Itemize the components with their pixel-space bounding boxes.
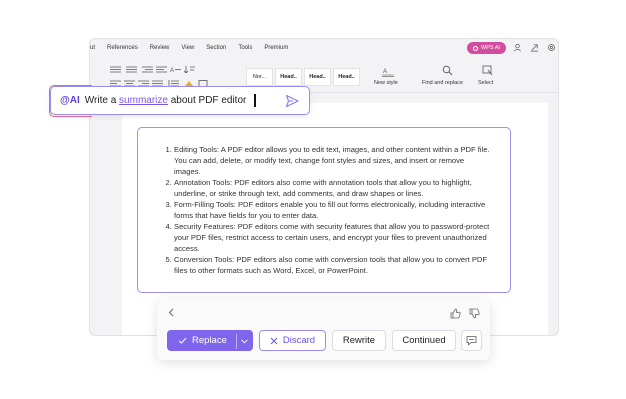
- bullet-list-icon[interactable]: [110, 66, 121, 73]
- check-icon: [178, 337, 187, 344]
- result-item: Conversion Tools: PDF editors also come …: [174, 254, 492, 276]
- ai-action-panel: Replace Discard Rewrite Continued: [157, 298, 490, 360]
- ai-prompt-input[interactable]: Write a summarize about PDF editor: [85, 94, 256, 107]
- wps-ai-button[interactable]: WPS AI: [467, 42, 506, 54]
- comment-button[interactable]: [461, 330, 482, 351]
- discard-label: Discard: [282, 335, 316, 346]
- settings-icon[interactable]: [547, 43, 556, 52]
- style-heading-3[interactable]: Head..: [333, 68, 360, 86]
- continued-button[interactable]: Continued: [392, 330, 456, 351]
- ai-prompt-text-before: Write a: [84, 95, 117, 107]
- back-icon[interactable]: [167, 308, 176, 317]
- ai-prompt-link[interactable]: summarize: [119, 95, 168, 106]
- style-heading-1[interactable]: Head..: [275, 68, 302, 86]
- chevron-down-icon[interactable]: [241, 339, 248, 344]
- select-icon[interactable]: [482, 65, 493, 76]
- menu-references[interactable]: References: [107, 45, 138, 51]
- discard-button[interactable]: Discard: [259, 330, 326, 351]
- menu-review[interactable]: Review: [150, 45, 170, 51]
- result-list: Editing Tools: A PDF editor allows you t…: [162, 144, 492, 276]
- ai-prompt-bar[interactable]: @AI Write a summarize about PDF editor: [49, 85, 310, 117]
- result-item: Form-Filling Tools: PDF editors enable y…: [174, 199, 492, 221]
- result-item: Security Features: PDF editors come with…: [174, 221, 492, 254]
- search-icon[interactable]: [442, 65, 453, 76]
- select-label[interactable]: Select: [478, 80, 493, 86]
- replace-label: Replace: [192, 335, 227, 346]
- ai-result-box: Editing Tools: A PDF editor allows you t…: [137, 127, 511, 293]
- svg-text:A: A: [170, 68, 174, 73]
- replace-button[interactable]: Replace: [167, 330, 253, 351]
- menu-tools[interactable]: Tools: [238, 45, 252, 51]
- outdent-icon[interactable]: [156, 66, 167, 73]
- thumbs-down-icon[interactable]: [469, 308, 480, 319]
- split-divider: [236, 334, 237, 349]
- wps-ai-label: WPS AI: [481, 45, 500, 51]
- ai-prompt-text-after: about PDF editor: [170, 95, 247, 107]
- style-normal[interactable]: Nor...: [246, 68, 273, 86]
- result-item: Editing Tools: A PDF editor allows you t…: [174, 144, 492, 177]
- menu-layout[interactable]: ut: [90, 45, 95, 51]
- new-style-icon[interactable]: A: [382, 67, 394, 77]
- numbered-list-icon[interactable]: [126, 66, 137, 73]
- result-item: Annotation Tools: PDF editors also come …: [174, 177, 492, 199]
- thumbs-up-icon[interactable]: [450, 308, 461, 319]
- find-replace-label[interactable]: Find and replace: [422, 80, 463, 86]
- share-icon[interactable]: [530, 43, 539, 52]
- comment-icon: [466, 336, 477, 346]
- rewrite-button[interactable]: Rewrite: [332, 330, 386, 351]
- indent-icon[interactable]: [142, 66, 153, 73]
- ai-tag: @AI: [60, 95, 80, 106]
- user-icon[interactable]: [513, 43, 522, 52]
- wps-ai-icon: [473, 45, 478, 51]
- style-heading-2[interactable]: Head..: [304, 68, 331, 86]
- menu-view[interactable]: View: [181, 45, 194, 51]
- close-icon: [270, 337, 278, 344]
- new-style-label[interactable]: New style: [374, 80, 398, 86]
- text-cursor: [254, 94, 256, 107]
- menu-section[interactable]: Section: [206, 45, 226, 51]
- sort-icon[interactable]: [184, 66, 195, 73]
- svg-text:A: A: [383, 69, 387, 75]
- text-direction-icon[interactable]: A: [170, 66, 181, 73]
- send-icon[interactable]: [285, 94, 299, 108]
- menu-premium[interactable]: Premium: [264, 45, 288, 51]
